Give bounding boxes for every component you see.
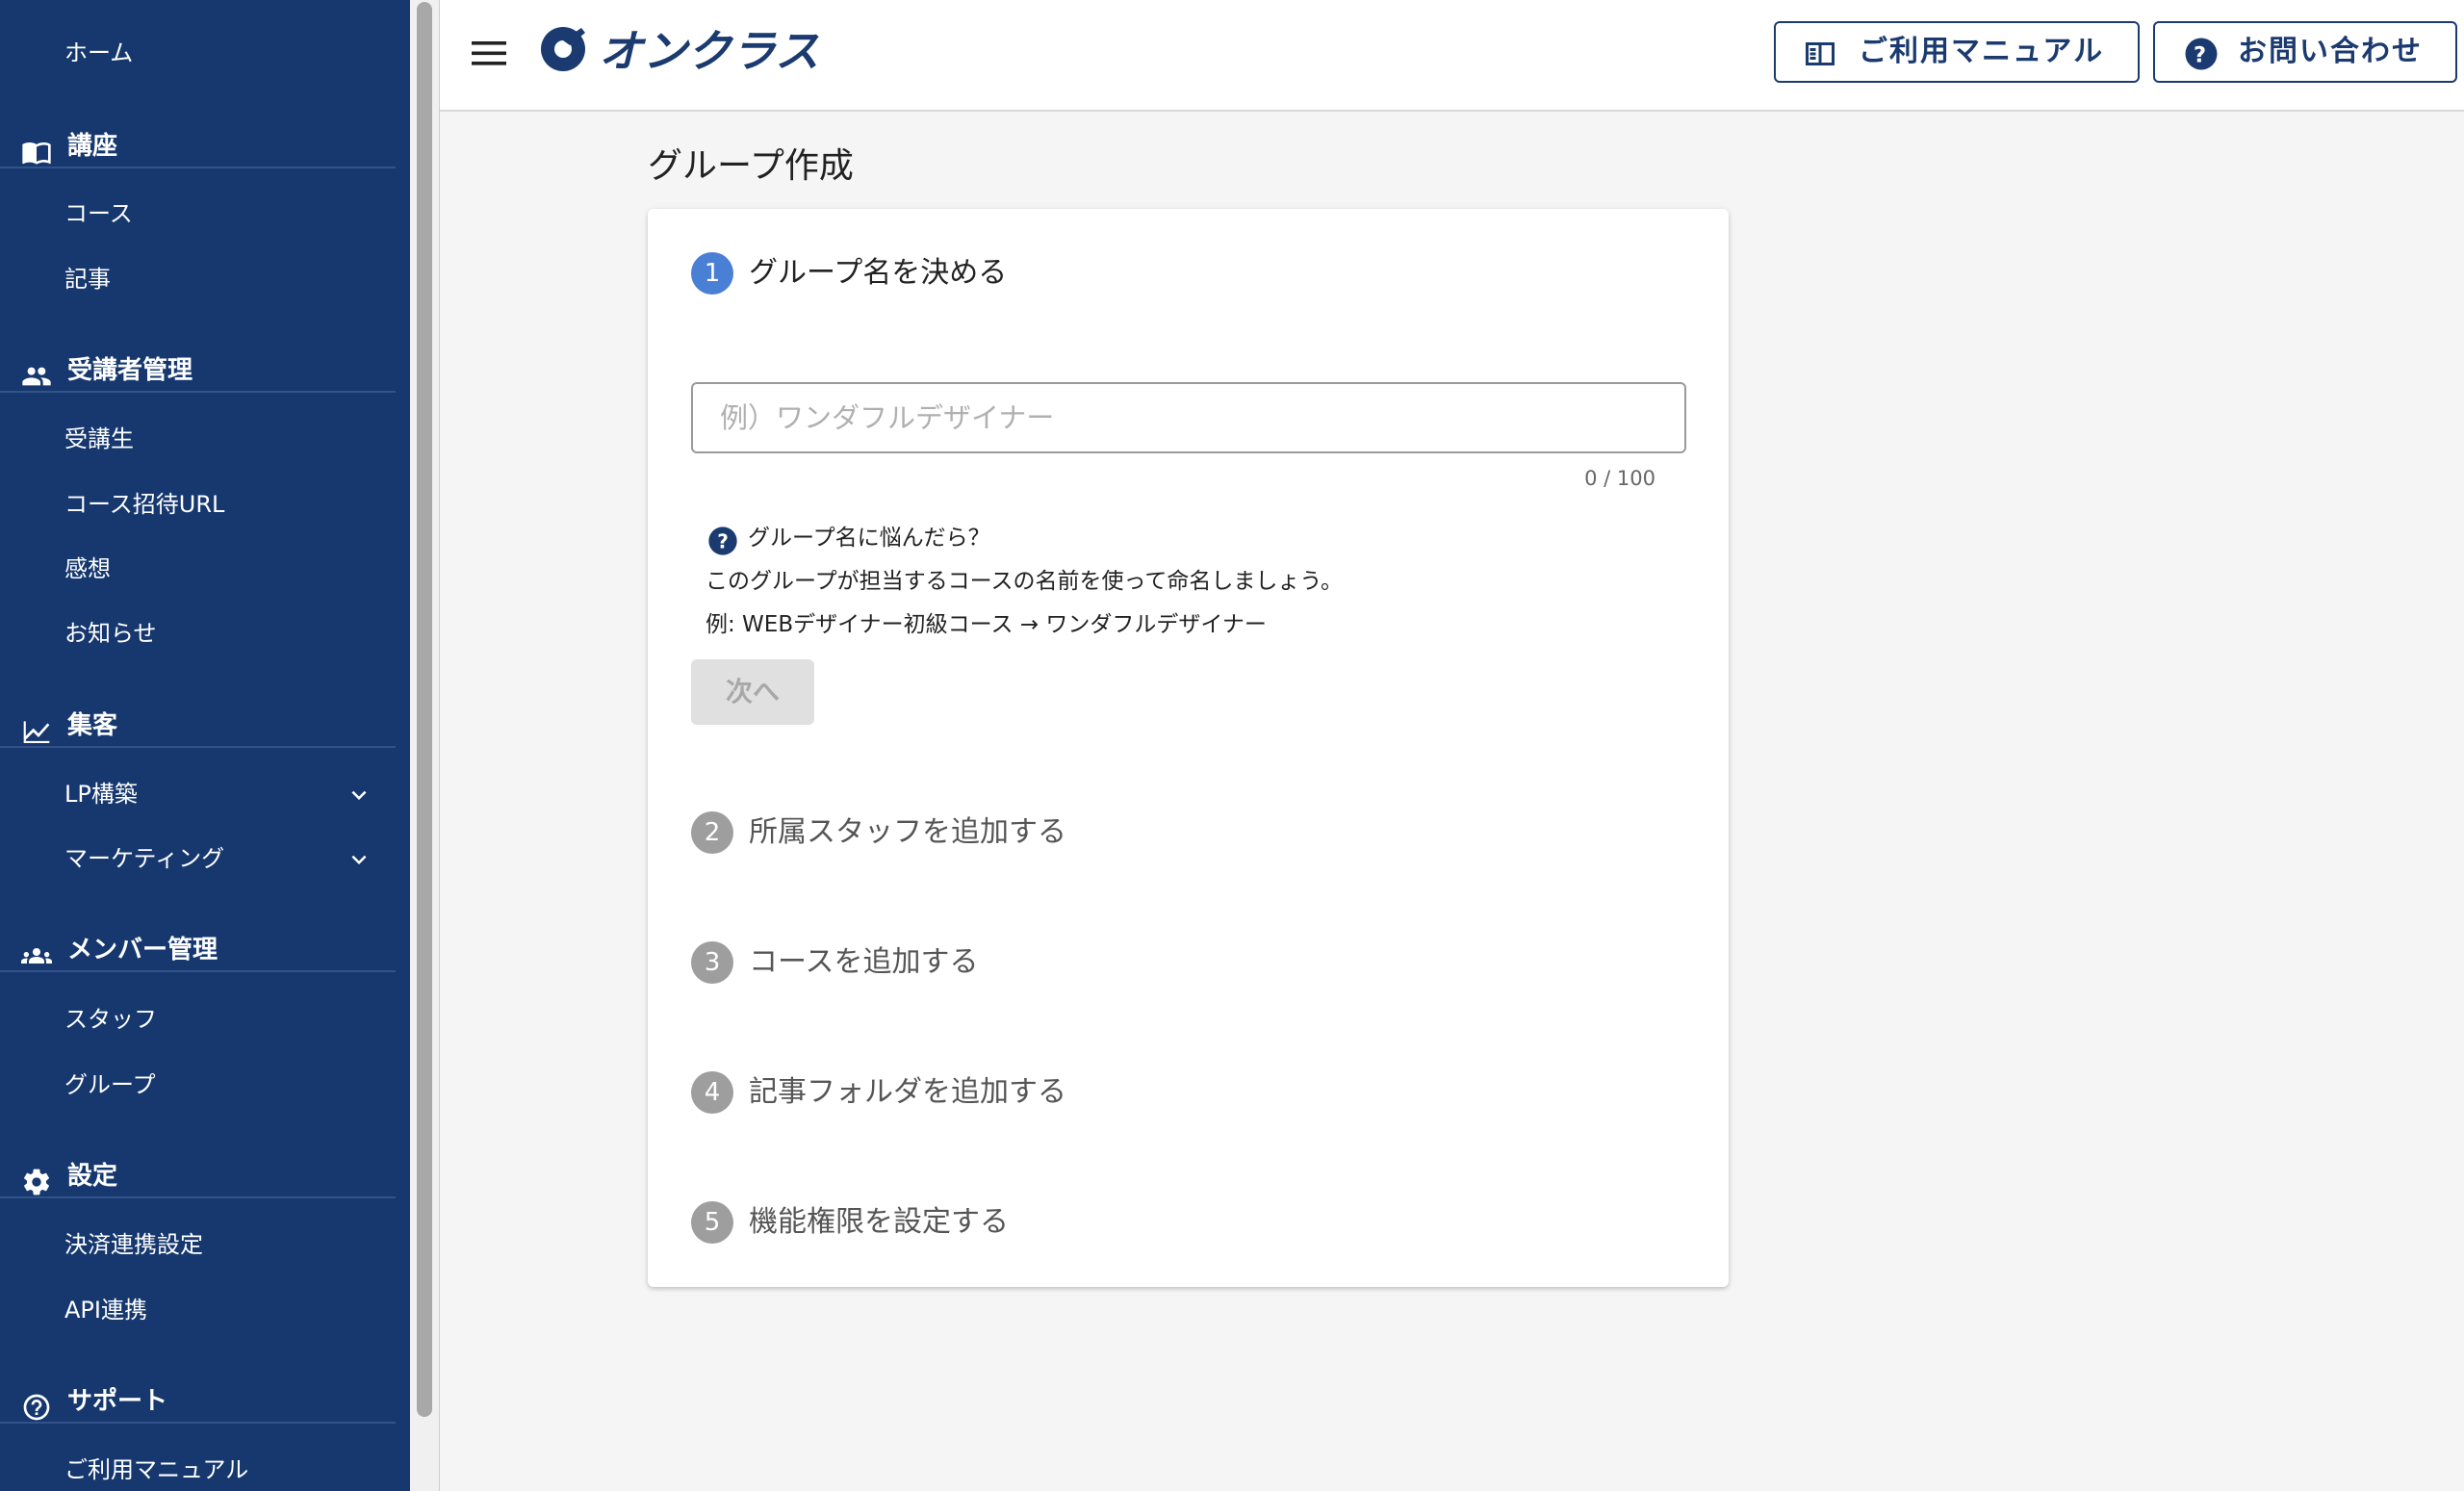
step-4-label[interactable]: 記事フォルダを追加する (749, 1071, 1066, 1114)
user-manual-button[interactable]: ご利用マニュアル (1774, 21, 2140, 83)
group-create-stepper (648, 209, 1729, 1287)
sidebar-item-students[interactable]: 受講生 (64, 423, 134, 455)
help-icon: ? (708, 527, 737, 555)
user-manual-label: ご利用マニュアル (1859, 35, 2105, 68)
sidebar-item-payment-settings[interactable]: 決済連携設定 (64, 1228, 203, 1261)
sidebar-item-api[interactable]: API連携 (64, 1294, 147, 1326)
menu-icon[interactable] (472, 39, 506, 67)
contact-button[interactable]: ? お問い合わせ (2153, 21, 2457, 83)
help-text: このグループが担当するコースの名前を使って命名しましょう。 (706, 569, 1343, 594)
help-example: 例: WEBデザイナー初級コース → ワンダフルデザイナー (706, 612, 1267, 637)
sidebar-item-lp-builder[interactable]: LP構築 (64, 778, 138, 810)
sidebar-section-support: サポート (0, 1383, 396, 1424)
svg-text:?: ? (2194, 42, 2209, 67)
book-open-icon (22, 142, 51, 165)
group-name-input[interactable] (691, 382, 1686, 453)
page-title: グループ作成 (648, 146, 854, 186)
step-2-label[interactable]: 所属スタッフを追加する (749, 811, 1066, 854)
character-counter: 0 / 100 (1584, 467, 1656, 490)
step-3-number: 3 (691, 941, 733, 984)
sidebar-item-home[interactable]: ホーム (64, 37, 133, 69)
chevron-down-icon[interactable] (345, 845, 373, 874)
svg-text:?: ? (717, 529, 729, 553)
sidebar-item-marketing[interactable]: マーケティング (64, 842, 224, 875)
next-button[interactable]: 次へ (691, 659, 814, 725)
step-1-number: 1 (691, 252, 733, 295)
step-4-number: 4 (691, 1071, 733, 1114)
gear-icon (24, 1169, 49, 1195)
step-5-number: 5 (691, 1201, 733, 1244)
sidebar-section-title: 設定 (67, 1162, 118, 1191)
sidebar-section-title: 受講者管理 (67, 356, 193, 385)
chevron-down-icon[interactable] (345, 781, 373, 810)
sidebar-section-marketing: 集客 (0, 707, 396, 748)
sidebar-section-settings: 設定 (0, 1158, 396, 1198)
sidebar-section-students: 受講者管理 (0, 352, 396, 393)
step-5-label[interactable]: 機能権限を設定する (749, 1201, 1009, 1244)
sidebar-section-title: 集客 (67, 711, 118, 740)
sidebar-item-article[interactable]: 記事 (64, 263, 111, 296)
step-1-label[interactable]: グループ名を決める (749, 252, 1007, 295)
line-chart-icon (23, 721, 50, 743)
step-2-number: 2 (691, 811, 733, 854)
people-icon (22, 367, 51, 386)
sidebar-item-user-manual[interactable]: ご利用マニュアル (64, 1453, 248, 1486)
sidebar-item-course[interactable]: コース (64, 197, 133, 230)
logo-text: オンクラス (599, 25, 819, 77)
sidebar-item-course-invite-url[interactable]: コース招待URL (64, 488, 224, 521)
help-icon: ? (2185, 38, 2218, 70)
sidebar-item-notices[interactable]: お知らせ (64, 617, 157, 650)
sidebar-section-title: サポート (67, 1387, 168, 1416)
sidebar-scrollbar-thumb[interactable] (417, 2, 432, 1417)
sidebar-section-title: 講座 (67, 132, 118, 161)
contact-label: お問い合わせ (2238, 35, 2423, 68)
sidebar-section-members: メンバー管理 (0, 932, 396, 972)
brand-logo[interactable]: オンクラス (535, 19, 853, 79)
help-circle-icon (23, 1394, 50, 1421)
logo-mark-icon: オンクラス (541, 25, 819, 77)
book-icon (1806, 42, 1835, 65)
sidebar: ホーム 講座 コース 記事 受講者管理 受講生 コース招待URL 感想 お知らせ… (0, 0, 410, 1491)
sidebar-item-reviews[interactable]: 感想 (64, 553, 111, 585)
step-3-label[interactable]: コースを追加する (749, 941, 979, 984)
sidebar-section-title: メンバー管理 (67, 936, 218, 964)
help-title: グループ名に悩んだら？ (748, 526, 990, 551)
group-icon (21, 948, 52, 964)
sidebar-item-group[interactable]: グループ (64, 1068, 156, 1101)
sidebar-section-courses: 講座 (0, 128, 396, 168)
sidebar-item-staff[interactable]: スタッフ (64, 1003, 157, 1036)
